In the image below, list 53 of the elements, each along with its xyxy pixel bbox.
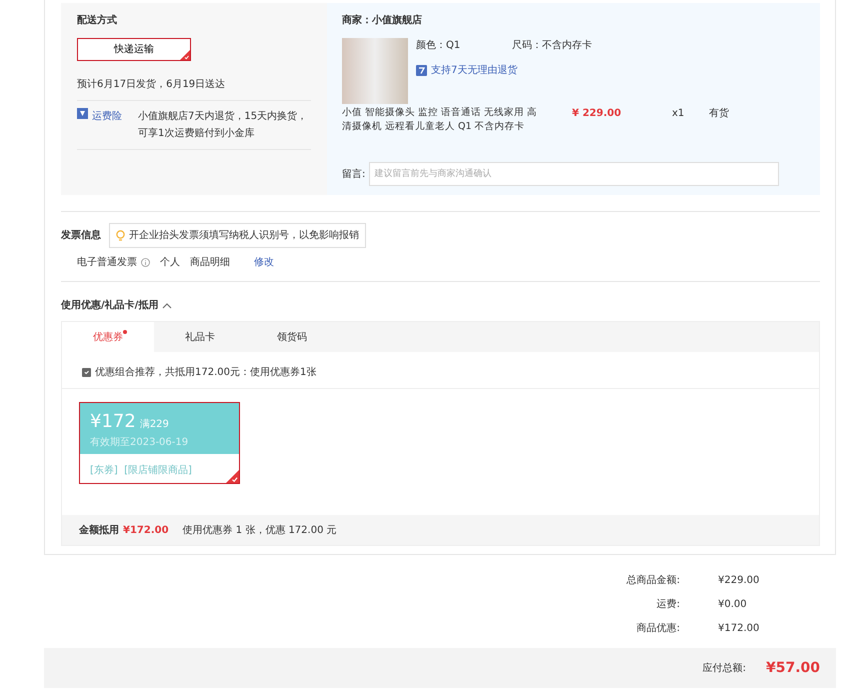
summary-text: 使用优惠券 1 张，优惠 172.00 元 bbox=[182, 524, 337, 538]
size-label: 尺码： bbox=[512, 39, 542, 53]
summary-amount: ¥172.00 bbox=[123, 524, 169, 538]
tab[interactable]: 优惠券 bbox=[62, 322, 154, 352]
product-name[interactable]: 小值 智能摄像头 监控 语音通话 无线家用 高清摄像机 远程看儿童老人 Q1 不含内存卡 bbox=[342, 106, 542, 134]
note-label: 留言: bbox=[342, 168, 366, 182]
total-value: ¥172.00 bbox=[717, 622, 760, 636]
invoice-header: 个人 bbox=[160, 256, 180, 270]
edit-link[interactable]: 修改 bbox=[254, 255, 274, 270]
section-title: 发票信息 bbox=[61, 228, 101, 243]
coupon-amount: ¥172 bbox=[90, 410, 136, 434]
size-value: 不含内存卡 bbox=[542, 38, 592, 53]
info-icon[interactable] bbox=[141, 258, 150, 267]
product-price: ¥ 229.00 bbox=[572, 107, 622, 121]
check-corner-icon bbox=[180, 50, 190, 60]
summary-label: 金额抵用 bbox=[79, 523, 119, 538]
shipping-option[interactable]: 快递运输 bbox=[77, 38, 191, 61]
total-label: 总商品金额: bbox=[626, 574, 680, 588]
color-label: 颜色： bbox=[416, 38, 446, 53]
delivery-estimate: 预计6月17日发货，6月19日送达 bbox=[77, 77, 311, 101]
payable-amount: ¥57.00 bbox=[766, 658, 820, 678]
coupon-tags: [东券] [限店铺限商品] bbox=[90, 463, 192, 478]
invoice-type: 电子普通发票 bbox=[77, 256, 137, 270]
invoice-content: 商品明细 bbox=[190, 256, 230, 270]
return-badge-icon bbox=[416, 65, 427, 76]
coupon-condition: 满229 bbox=[140, 418, 169, 432]
section-title: 使用优惠/礼品卡/抵用 bbox=[61, 298, 158, 313]
shop-name[interactable]: 小值旗舰店 bbox=[372, 13, 422, 28]
check-corner-icon bbox=[226, 470, 239, 483]
return-policy[interactable]: 支持7天无理由退货 bbox=[431, 63, 518, 78]
recommend-text: 优惠组合推荐，共抵用172.00元：使用优惠券1张 bbox=[95, 366, 316, 380]
shop-label: 商家： bbox=[342, 13, 372, 28]
total-value: ¥0.00 bbox=[717, 598, 748, 612]
quantity: x1 bbox=[672, 107, 686, 121]
tab[interactable]: 礼品卡 bbox=[154, 322, 246, 352]
payable-label: 应付总额: bbox=[702, 662, 746, 676]
note-field[interactable]: 建议留言前先与商家沟通确认 bbox=[369, 162, 780, 186]
total-value: ¥229.00 bbox=[717, 574, 760, 588]
chevron-up-icon[interactable] bbox=[162, 302, 172, 309]
insurance-text: 小值旗舰店7天内退货，15天内换货，可享1次运费赔付到小金库 bbox=[138, 110, 308, 141]
total-label: 商品优惠: bbox=[636, 622, 680, 636]
recommend-checkbox[interactable] bbox=[82, 368, 91, 377]
tip-text: 开企业抬头发票须填写纳税人识别号，以免影响报销 bbox=[129, 228, 359, 243]
section-title: 配送方式 bbox=[77, 13, 118, 28]
stock-status: 有货 bbox=[709, 107, 729, 121]
color-value: Q1 bbox=[446, 39, 460, 53]
product-photo bbox=[342, 38, 408, 104]
coupon-validity: 有效期至2023-06-19 bbox=[90, 436, 190, 450]
insurance-link[interactable]: 运费险 bbox=[92, 108, 122, 125]
total-label: 运费: bbox=[656, 598, 680, 612]
tab[interactable]: 领货码 bbox=[246, 322, 338, 352]
shield-icon bbox=[77, 108, 88, 119]
lightbulb-icon bbox=[116, 230, 125, 242]
